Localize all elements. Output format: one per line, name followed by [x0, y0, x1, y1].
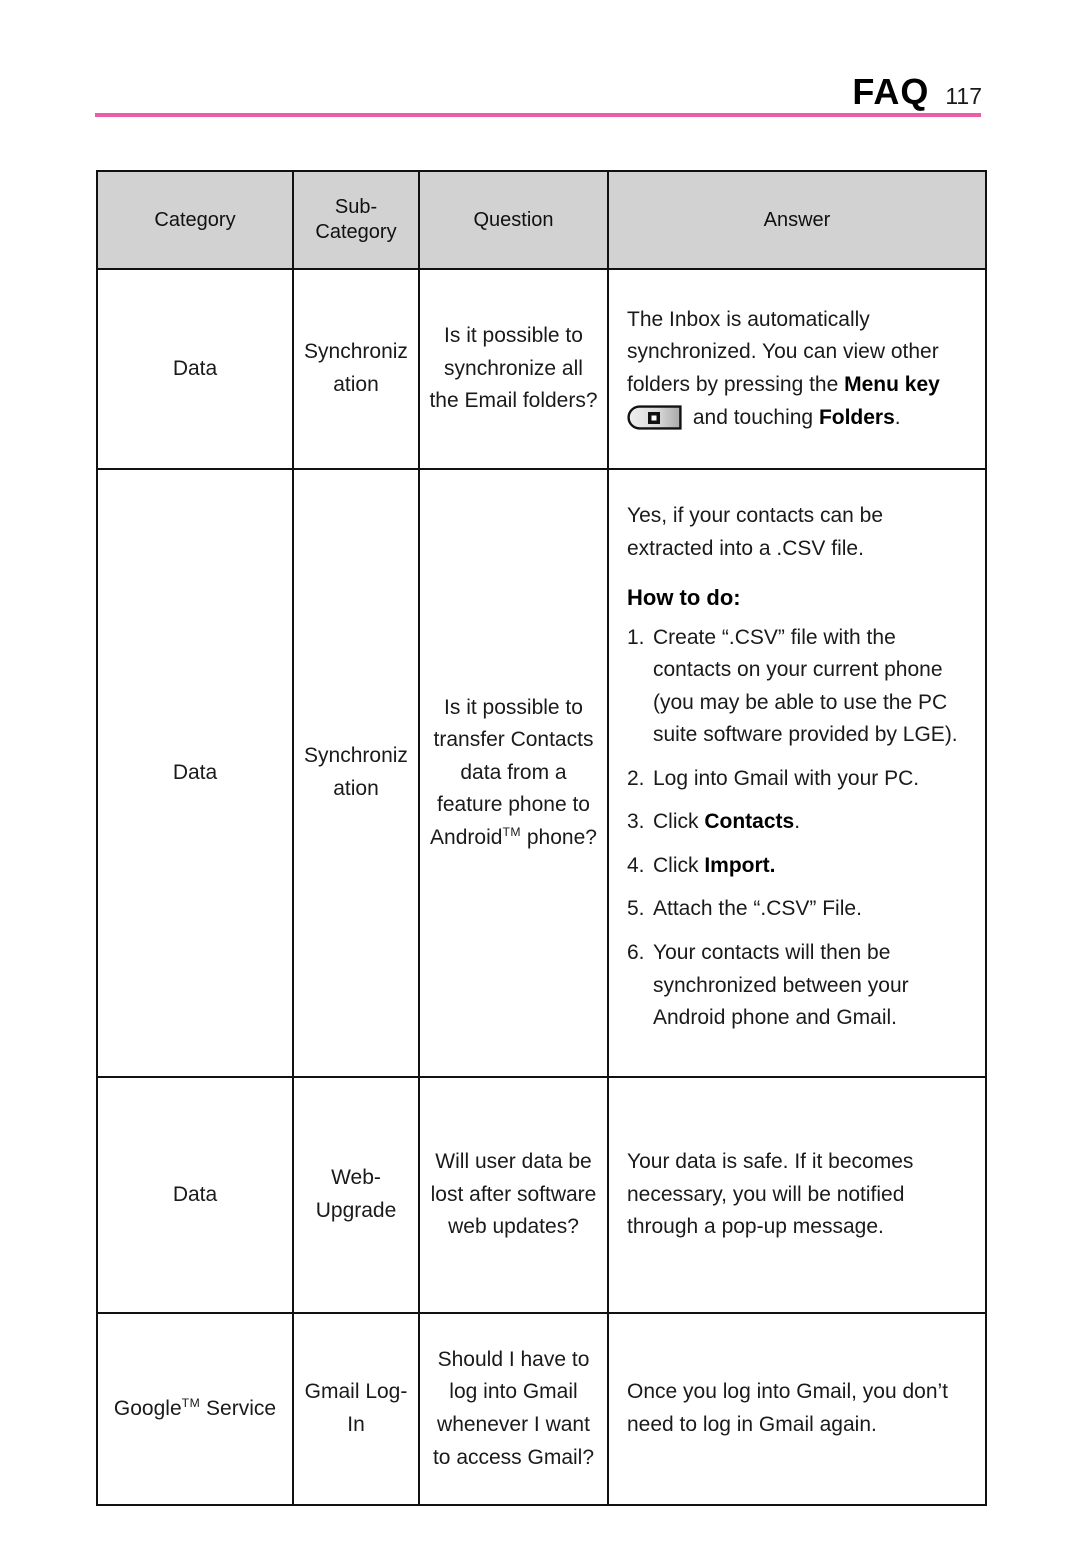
table-header: Category Sub- Category Question Answer [96, 170, 987, 270]
step-number: 6. [627, 940, 645, 964]
cell-category: Data [96, 268, 294, 470]
trademark-symbol: TM [502, 824, 522, 839]
step-text-after: . [794, 810, 801, 834]
answer-step: 1. Create “.CSV” file with the contacts … [627, 622, 973, 752]
table-row: GoogleTM Service Gmail Log- In Should I … [96, 1312, 987, 1506]
page-header: FAQ 117 [0, 0, 1080, 125]
cell-question: Will user data be lost after software we… [418, 1076, 609, 1314]
faq-table: Category Sub- Category Question Answer D… [96, 170, 987, 1506]
category-text: Google [113, 1396, 182, 1420]
sub-category-line1: Gmail Log- [304, 1380, 408, 1404]
cell-sub-category: Synchroniz ation [292, 468, 420, 1078]
answer-step: 5. Attach the “.CSV” File. [627, 893, 973, 926]
step-number: 1. [627, 625, 645, 649]
sub-category-line2: In [347, 1413, 365, 1436]
cell-category: Data [96, 1076, 294, 1314]
cell-answer: Once you log into Gmail, you don’t need … [607, 1312, 987, 1506]
step-bold-contacts: Contacts [704, 810, 795, 834]
step-number: 3. [627, 810, 645, 834]
page-title: FAQ [852, 71, 930, 112]
cell-question: Should I have to log into Gmail whenever… [418, 1312, 609, 1506]
step-text-before: Click [653, 810, 705, 834]
answer-text-part2: and touching [687, 405, 819, 429]
step-text: Click Contacts. [653, 806, 973, 839]
step-text: Attach the “.CSV” File. [653, 897, 862, 921]
sub-category-line2: ation [333, 777, 379, 800]
sub-category-line1: Synchroniz [304, 744, 408, 768]
category-text-suffix: Service [200, 1396, 277, 1420]
sub-category-line1: Web- [331, 1166, 381, 1190]
menu-key-icon [627, 404, 683, 430]
table-body: Data Synchroniz ation Is it possible to … [96, 268, 987, 1506]
answer-bold-folders: Folders [818, 405, 895, 429]
answer-howto-label: How to do: [627, 585, 741, 611]
column-header-category: Category [96, 170, 294, 270]
column-header-sub-category: Sub- Category [292, 170, 420, 270]
header-divider-rule [95, 113, 981, 117]
step-text: Your contacts will then be synchronized … [653, 940, 909, 1030]
answer-steps-list: 1. Create “.CSV” file with the contacts … [627, 622, 973, 1035]
answer-bold-menu-key: Menu key [844, 373, 940, 396]
step-number: 5. [627, 897, 645, 921]
answer-intro: Yes, if your contacts can be extracted i… [627, 504, 884, 560]
cell-question: Is it possible to transfer Contacts data… [418, 468, 609, 1078]
cell-answer: Yes, if your contacts can be extracted i… [607, 468, 987, 1078]
step-text: Create “.CSV” file with the contacts on … [653, 625, 958, 747]
step-text-before: Click [653, 853, 705, 877]
page-number: 117 [945, 83, 982, 109]
step-text: Click Import. [653, 850, 973, 883]
column-header-question: Question [418, 170, 609, 270]
step-number: 4. [627, 853, 645, 877]
header-title-group: FAQ 117 [852, 74, 982, 110]
sub-category-line2: ation [333, 373, 379, 396]
sub-category-line2: Upgrade [315, 1199, 397, 1222]
step-number: 2. [627, 766, 645, 790]
table-header-row: Category Sub- Category Question Answer [96, 170, 987, 270]
cell-sub-category: Synchroniz ation [292, 268, 420, 470]
column-header-answer: Answer [607, 170, 987, 270]
step-text: Log into Gmail with your PC. [653, 766, 920, 790]
question-text-suffix: phone? [521, 825, 597, 849]
column-header-sub-category-line1: Sub- [334, 196, 378, 218]
cell-question: Is it possible to synchronize all the Em… [418, 268, 609, 470]
table-row: Data Synchroniz ation Is it possible to … [96, 268, 987, 470]
sub-category-line1: Synchroniz [304, 340, 408, 364]
cell-category: GoogleTM Service [96, 1312, 294, 1506]
cell-answer: The Inbox is automatically synchronized.… [607, 268, 987, 470]
cell-category: Data [96, 468, 294, 1078]
answer-text-part3: . [894, 405, 901, 429]
column-header-sub-category-line2: Category [315, 221, 397, 243]
trademark-symbol: TM [181, 1395, 201, 1410]
cell-answer: Your data is safe. If it becomes necessa… [607, 1076, 987, 1314]
cell-sub-category: Web- Upgrade [292, 1076, 420, 1314]
answer-step: 2. Log into Gmail with your PC. [627, 763, 973, 796]
table-row: Data Synchroniz ation Is it possible to … [96, 468, 987, 1078]
answer-step: 6. Your contacts will then be synchroniz… [627, 937, 973, 1035]
step-bold-import: Import. [704, 853, 776, 877]
cell-sub-category: Gmail Log- In [292, 1312, 420, 1506]
table-row: Data Web- Upgrade Will user data be lost… [96, 1076, 987, 1314]
answer-step: 3. Click Contacts. [627, 806, 973, 839]
answer-step: 4. Click Import. [627, 850, 973, 883]
